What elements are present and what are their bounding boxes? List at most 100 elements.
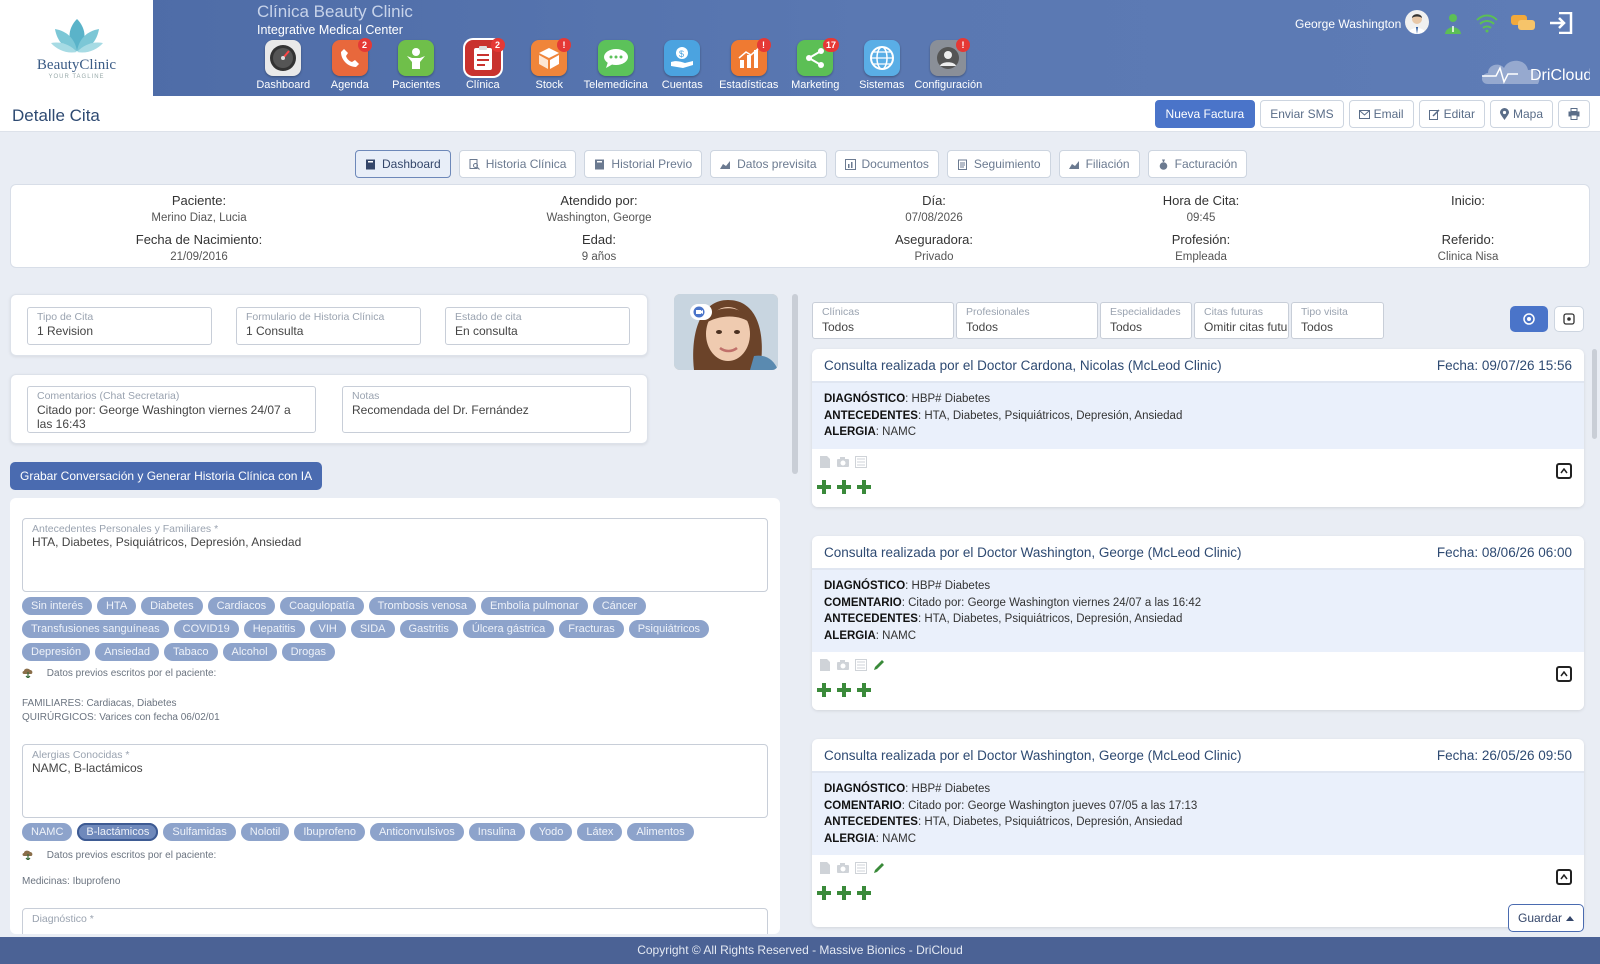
notes-textarea[interactable]: Notas Recomendada del Dr. Fernández <box>342 386 631 433</box>
chip[interactable]: Insulina <box>468 823 525 841</box>
chip[interactable]: Alimentos <box>627 823 694 841</box>
chip[interactable]: Coagulopatía <box>280 597 364 615</box>
ai-record-button[interactable]: Grabar Conversación y Generar Historia C… <box>10 462 323 490</box>
chip[interactable]: Tabaco <box>164 643 218 661</box>
patient-photo[interactable] <box>674 294 778 370</box>
chip[interactable]: COVID19 <box>173 620 239 638</box>
chip[interactable]: Cardiacos <box>207 597 276 615</box>
file-icon[interactable] <box>818 861 832 875</box>
chip[interactable]: Anticonvulsivos <box>369 823 464 841</box>
email-button[interactable]: Email <box>1348 100 1414 128</box>
nav-clinica[interactable]: 2 Clínica <box>450 38 517 91</box>
filter-profesionales[interactable]: Profesionales Todos <box>956 302 1098 339</box>
chip[interactable]: SIDA <box>350 620 395 638</box>
diagnostico-textarea[interactable]: Diagnóstico * <box>22 908 768 934</box>
nav-dashboard[interactable]: Dashboard <box>250 40 317 91</box>
chip[interactable]: Gastritis <box>399 620 458 638</box>
tab-historia-clinica[interactable]: Historia Clínica <box>458 150 577 178</box>
add-icon[interactable] <box>816 682 832 698</box>
chip[interactable]: Látex <box>577 823 623 841</box>
filter-clinicas[interactable]: Clínicas Todos <box>812 302 954 339</box>
nav-estadisticas[interactable]: ! Estadísticas <box>716 38 783 91</box>
pencil-icon[interactable] <box>872 861 886 875</box>
expand-record-icon[interactable] <box>1556 869 1572 885</box>
nav-stock[interactable]: ! Stock <box>516 38 583 91</box>
chip[interactable]: Ansiedad <box>95 643 160 661</box>
list-icon[interactable] <box>854 658 868 672</box>
alergias-textarea[interactable]: Alergias Conocidas * NAMC, B-lactámicos <box>22 744 768 818</box>
nav-agenda[interactable]: 2 Agenda <box>317 38 384 91</box>
video-call-icon[interactable] <box>690 304 712 320</box>
expand-record-icon[interactable] <box>1556 666 1572 682</box>
pencil-icon[interactable] <box>872 658 886 672</box>
chip[interactable]: Psiquiátricos <box>628 620 710 638</box>
form-type-select[interactable]: Formulario de Historia Clínica 1 Consult… <box>236 307 421 345</box>
nav-telemedicina[interactable]: Telemedicina <box>583 40 650 91</box>
chip[interactable]: Drogas <box>281 643 336 661</box>
print-button[interactable] <box>1558 100 1590 128</box>
tab-documentos[interactable]: Documentos <box>834 150 939 178</box>
chip[interactable]: Transfusiones sanguíneas <box>22 620 169 638</box>
tab-dashboard[interactable]: Dashboard <box>355 150 451 178</box>
chip[interactable]: Ibuprofeno <box>294 823 365 841</box>
edit-button[interactable]: Editar <box>1418 100 1485 128</box>
chip[interactable]: Diabetes <box>141 597 203 615</box>
messages-icon[interactable] <box>1510 10 1536 36</box>
nav-marketing[interactable]: 17 Marketing <box>782 38 849 91</box>
tab-datos-previsita[interactable]: Datos previsita <box>710 150 827 178</box>
nav-configuracion[interactable]: ! Configuración <box>914 38 982 91</box>
add-icon[interactable] <box>836 885 852 901</box>
appointment-status-select[interactable]: Estado de cita En consulta <box>445 307 630 345</box>
comments-textarea[interactable]: Comentarios (Chat Secretaria) Citado por… <box>27 386 316 433</box>
chip[interactable]: Sin interés <box>22 597 92 615</box>
send-sms-button[interactable]: Enviar SMS <box>1260 100 1344 128</box>
add-icon[interactable] <box>836 479 852 495</box>
list-icon[interactable] <box>854 861 868 875</box>
collapse-all-button[interactable] <box>1554 306 1584 332</box>
appointment-type-select[interactable]: Tipo de Cita 1 Revision <box>27 307 212 345</box>
chip[interactable]: Yodo <box>529 823 573 841</box>
logout-icon[interactable] <box>1548 10 1574 36</box>
chip[interactable]: Fracturas <box>559 620 624 638</box>
tab-seguimiento[interactable]: Seguimiento <box>946 150 1051 178</box>
camera-icon[interactable] <box>836 658 850 672</box>
chip[interactable]: Trombosis venosa <box>368 597 477 615</box>
brand-logo[interactable]: BeautyClinic YOUR TAGLINE <box>0 0 153 96</box>
new-invoice-button[interactable]: Nueva Factura <box>1154 100 1256 128</box>
file-icon[interactable] <box>818 455 832 469</box>
filter-especialidades[interactable]: Especialidades Todos <box>1100 302 1192 339</box>
tab-facturacion[interactable]: Facturación <box>1147 150 1248 178</box>
view-toggle-button[interactable] <box>1510 306 1548 332</box>
tab-historial-previo[interactable]: Historial Previo <box>584 150 703 178</box>
antecedentes-textarea[interactable]: Antecedentes Personales y Familiares * H… <box>22 518 768 592</box>
chip[interactable]: Alcohol <box>222 643 277 661</box>
chip[interactable]: NAMC <box>22 823 73 841</box>
list-icon[interactable] <box>854 455 868 469</box>
chip[interactable]: Embolia pulmonar <box>481 597 588 615</box>
add-icon[interactable] <box>856 479 872 495</box>
add-icon[interactable] <box>856 682 872 698</box>
chip[interactable]: Nolotil <box>240 823 290 841</box>
nav-pacientes[interactable]: Pacientes <box>383 40 450 91</box>
chip[interactable]: B-lactámicos <box>77 823 159 841</box>
chip[interactable]: Sulfamidas <box>163 823 236 841</box>
add-icon[interactable] <box>816 885 832 901</box>
user-name[interactable]: George Washington <box>1295 17 1401 31</box>
add-icon[interactable] <box>816 479 832 495</box>
camera-icon[interactable] <box>836 455 850 469</box>
expand-record-icon[interactable] <box>1556 462 1572 479</box>
user-avatar[interactable] <box>1405 10 1429 34</box>
chip[interactable]: HTA <box>96 597 137 615</box>
tab-filiacion[interactable]: Filiación <box>1058 150 1140 178</box>
record-header[interactable]: Consulta realizada por el Doctor Cardona… <box>812 349 1584 383</box>
map-button[interactable]: Mapa <box>1489 100 1553 128</box>
chip[interactable]: VIH <box>309 620 346 638</box>
wifi-icon[interactable] <box>1474 10 1500 36</box>
chip[interactable]: Hepatitis <box>243 620 305 638</box>
filter-citas-futuras[interactable]: Citas futuras Omitir citas futu <box>1194 302 1289 339</box>
file-icon[interactable] <box>818 658 832 672</box>
nav-cuentas[interactable]: $ Cuentas <box>649 40 716 91</box>
doctor-icon[interactable] <box>1440 10 1466 36</box>
filter-tipo-visita[interactable]: Tipo visita Todos <box>1291 302 1384 339</box>
left-scrollbar[interactable] <box>792 294 798 474</box>
